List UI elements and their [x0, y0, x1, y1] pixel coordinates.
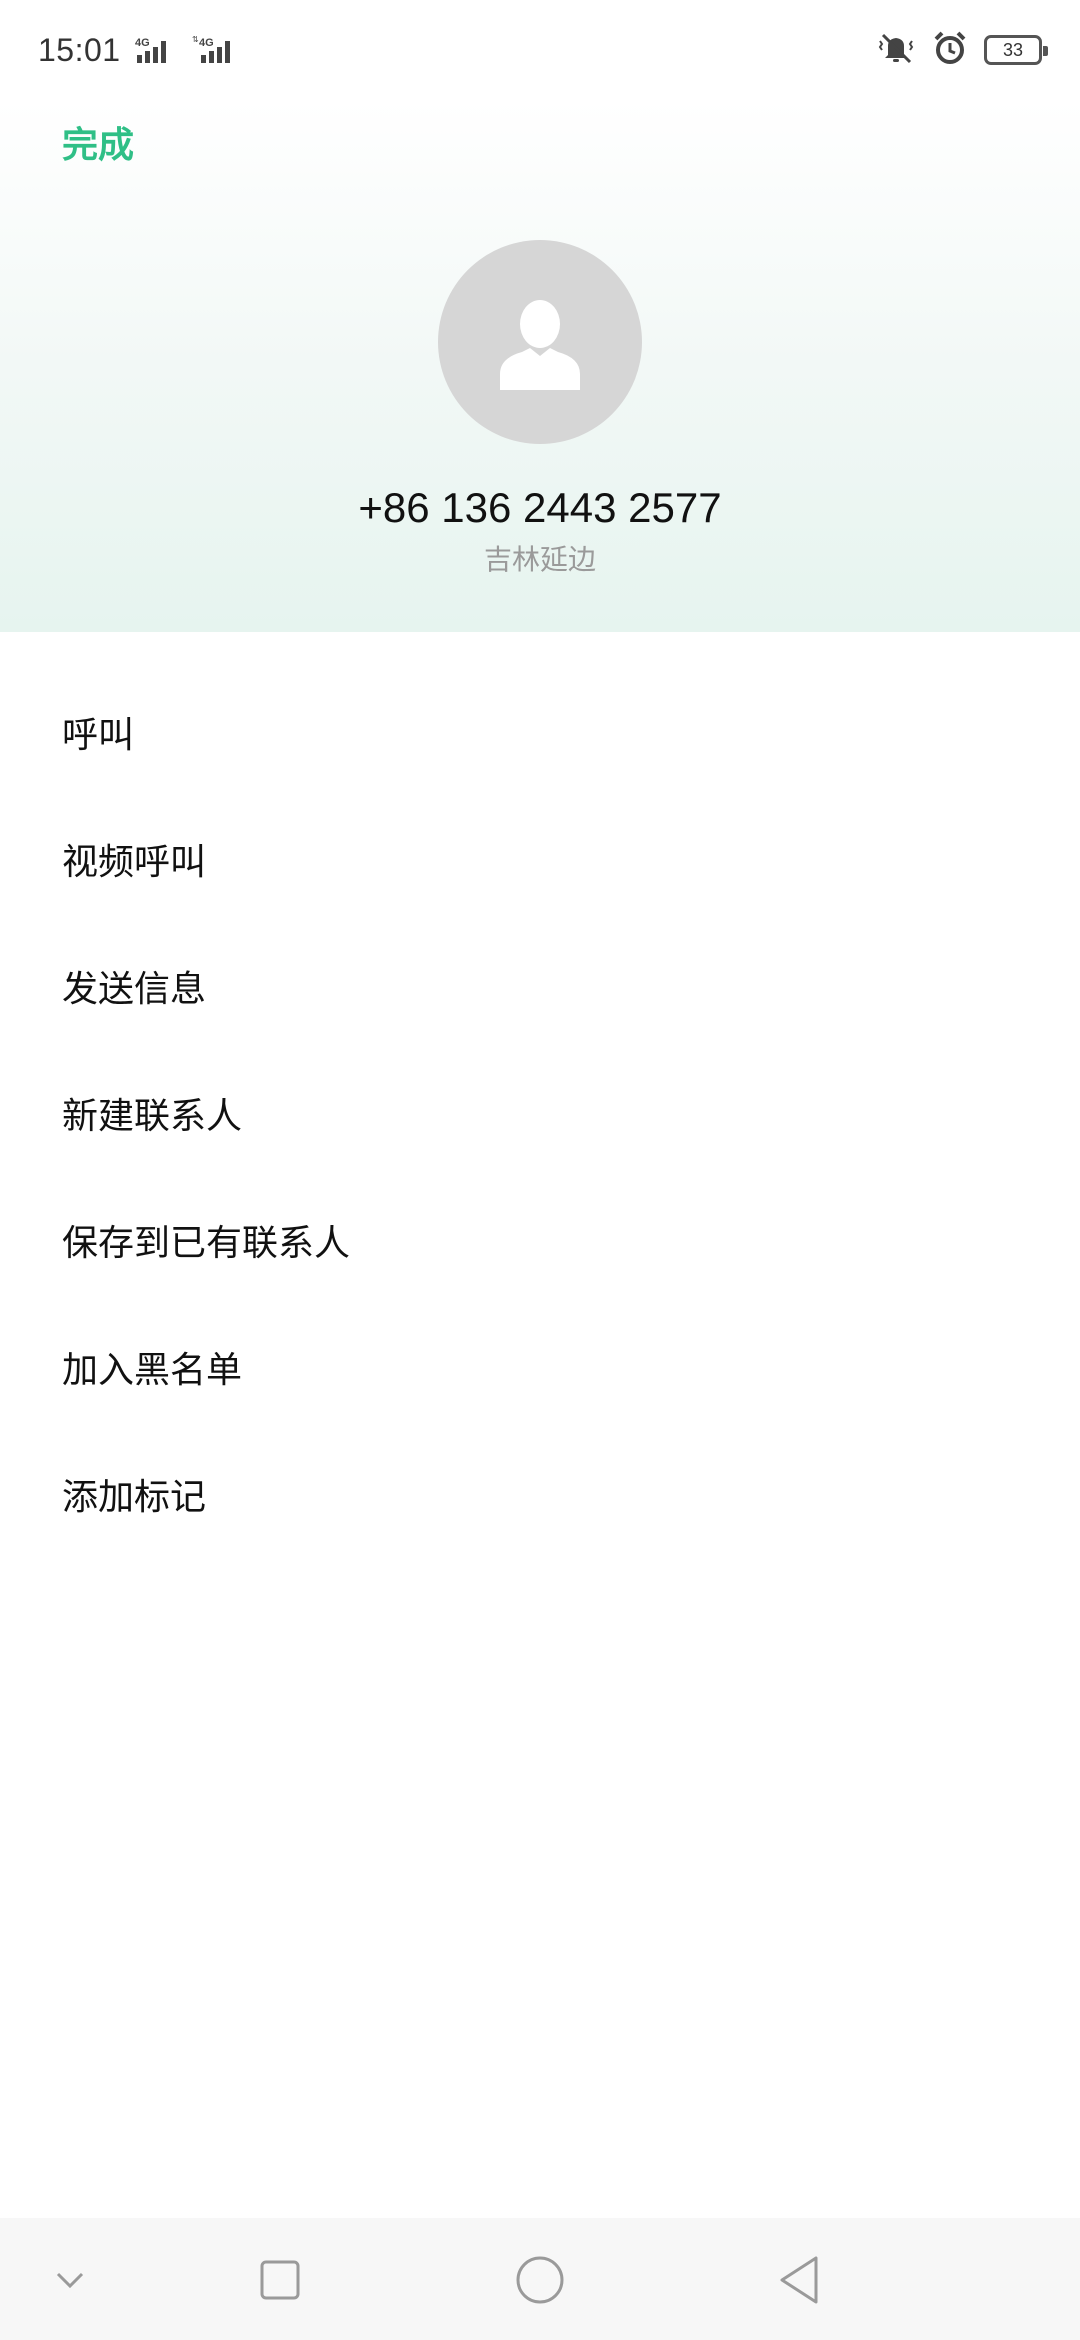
- status-left: 15:01 4G ⇅ 4G: [38, 32, 239, 69]
- battery-icon: 33: [984, 35, 1048, 65]
- action-save-to-existing-contact[interactable]: 保存到已有联系人: [0, 1176, 1080, 1303]
- signal-icon-sim1: 4G: [135, 35, 175, 65]
- navigation-bar: [0, 2218, 1080, 2340]
- network-label-1: 4G: [135, 37, 150, 49]
- contact-detail-screen: 15:01 4G ⇅ 4G 33 完成 +86 136 2443 2577 吉林…: [0, 0, 1080, 2340]
- circle-icon: [516, 2256, 564, 2304]
- mute-vibrate-icon: [876, 31, 916, 70]
- triangle-back-icon: [780, 2256, 818, 2304]
- action-add-tag[interactable]: 添加标记: [0, 1430, 1080, 1557]
- phone-location: 吉林延边: [483, 543, 596, 576]
- status-right: 33: [876, 30, 1048, 71]
- action-add-to-blacklist[interactable]: 加入黑名单: [0, 1303, 1080, 1430]
- action-new-contact[interactable]: 新建联系人: [0, 1049, 1080, 1176]
- battery-level: 33: [1002, 39, 1024, 60]
- action-call[interactable]: 呼叫: [0, 668, 1080, 795]
- network-label-2: 4G: [199, 37, 214, 49]
- chevron-down-icon: [56, 2272, 84, 2289]
- person-placeholder-icon: [500, 300, 580, 390]
- nav-collapse-button[interactable]: [38, 2248, 102, 2312]
- action-list: 呼叫 视频呼叫 发送信息 新建联系人 保存到已有联系人 加入黑名单 添加标记: [0, 668, 1080, 1557]
- nav-recents-button[interactable]: [248, 2248, 312, 2312]
- status-time: 15:01: [38, 31, 121, 68]
- phone-number: +86 136 2443 2577: [358, 484, 722, 531]
- nav-back-button[interactable]: [768, 2248, 832, 2312]
- done-button[interactable]: 完成: [62, 116, 134, 168]
- action-video-call[interactable]: 视频呼叫: [0, 795, 1080, 922]
- signal-icon-sim2: ⇅ 4G: [189, 35, 239, 65]
- action-send-message[interactable]: 发送信息: [0, 922, 1080, 1049]
- contact-header: 完成 +86 136 2443 2577 吉林延边: [0, 100, 1080, 632]
- square-icon: [260, 2260, 300, 2300]
- nav-home-button[interactable]: [508, 2248, 572, 2312]
- status-bar: 15:01 4G ⇅ 4G 33: [0, 0, 1080, 100]
- svg-text:⇅: ⇅: [192, 35, 199, 44]
- avatar[interactable]: [438, 240, 642, 444]
- alarm-icon: [932, 30, 968, 71]
